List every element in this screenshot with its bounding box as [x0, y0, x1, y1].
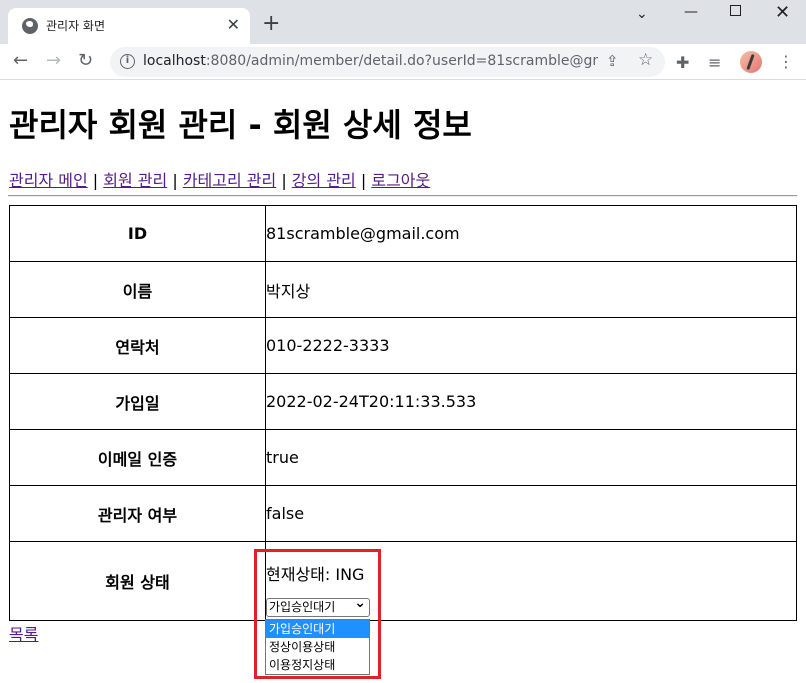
- tab-title: 관리자 화면: [46, 19, 106, 33]
- table-row: 이름 박지상: [9, 261, 797, 318]
- forward-arrow-icon[interactable]: →: [46, 50, 61, 72]
- url-path: :8080/admin/member/detail.do?userId=81sc…: [205, 53, 598, 69]
- browser-tab[interactable]: 관리자 화면 ✕: [8, 8, 250, 44]
- member-detail-table: ID 81scramble@gmail.com 이름 박지상 연락처 010-2…: [9, 205, 797, 621]
- row-value-phone: 010-2222-3333: [265, 317, 797, 374]
- maximize-icon[interactable]: [730, 5, 741, 16]
- row-value-id: 81scramble@gmail.com: [265, 205, 797, 262]
- url-host: localhost: [143, 53, 206, 69]
- nav-link-admin-main[interactable]: 관리자 메인: [9, 171, 88, 190]
- nav-link-logout[interactable]: 로그아웃: [371, 171, 430, 190]
- divider: [8, 195, 797, 197]
- kebab-menu-icon[interactable]: ⋮: [778, 52, 794, 71]
- list-link[interactable]: 목록: [9, 621, 38, 645]
- nav-separator: |: [92, 171, 99, 190]
- row-value-join-date: 2022-02-24T20:11:33.533: [265, 373, 797, 430]
- address-bar[interactable]: i localhost:8080/admin/member/detail.do?…: [110, 47, 665, 77]
- row-value-name: 박지상: [265, 261, 797, 318]
- window-close-icon[interactable]: ✕: [775, 3, 790, 23]
- media-control-icon[interactable]: ≡: [708, 53, 721, 72]
- chevron-down-icon[interactable]: ⌄: [636, 4, 648, 24]
- table-row: 관리자 여부 false: [9, 485, 797, 542]
- row-label-id: ID: [9, 205, 266, 262]
- nav-link-category[interactable]: 카테고리 관리: [183, 171, 276, 190]
- globe-icon: [22, 18, 38, 34]
- minimize-icon[interactable]: —: [684, 2, 698, 22]
- page-title: 관리자 회원 관리 - 회원 상세 정보: [9, 106, 472, 144]
- info-icon[interactable]: i: [120, 54, 135, 69]
- new-tab-button[interactable]: +: [262, 13, 280, 35]
- table-row: 연락처 010-2222-3333: [9, 317, 797, 374]
- row-value-email-verified: true: [265, 429, 797, 486]
- row-label-is-admin: 관리자 여부: [9, 485, 266, 542]
- row-label-email-verified: 이메일 인증: [9, 429, 266, 486]
- back-arrow-icon[interactable]: ←: [13, 50, 28, 72]
- share-icon[interactable]: ⇪: [606, 52, 619, 70]
- extensions-puzzle-icon[interactable]: ✚: [676, 53, 689, 72]
- row-label-status: 회원 상태: [9, 541, 266, 621]
- highlight-annotation-box: [254, 549, 381, 679]
- row-label-name: 이름: [9, 261, 266, 318]
- table-row-status: 회원 상태 현재상태: ING 가입승인대기: [9, 541, 797, 621]
- browser-titlebar: 관리자 화면 ✕ + ⌄ — ✕: [0, 0, 806, 44]
- nav-separator: |: [281, 171, 287, 190]
- table-row: 이메일 인증 true: [9, 429, 797, 486]
- browser-toolbar: ← → ↻ i localhost:8080/admin/member/deta…: [0, 44, 806, 80]
- row-label-phone: 연락처: [9, 317, 266, 374]
- nav-separator: |: [360, 171, 367, 190]
- url-text[interactable]: localhost:8080/admin/member/detail.do?us…: [143, 53, 598, 69]
- bookmark-star-icon[interactable]: ☆: [638, 50, 653, 70]
- table-row: 가입일 2022-02-24T20:11:33.533: [9, 373, 797, 430]
- row-value-is-admin: false: [265, 485, 797, 542]
- table-row: ID 81scramble@gmail.com: [9, 205, 797, 262]
- nav-link-course[interactable]: 강의 관리: [292, 171, 356, 190]
- profile-avatar[interactable]: [740, 51, 762, 73]
- reload-icon[interactable]: ↻: [78, 50, 93, 72]
- nav-separator: |: [172, 171, 178, 190]
- row-label-join-date: 가입일: [9, 373, 266, 430]
- nav-link-member[interactable]: 회원 관리: [103, 171, 167, 190]
- admin-nav: 관리자 메인 | 회원 관리 | 카테고리 관리 | 강의 관리 | 로그아웃: [9, 167, 430, 191]
- close-icon[interactable]: ✕: [227, 16, 240, 34]
